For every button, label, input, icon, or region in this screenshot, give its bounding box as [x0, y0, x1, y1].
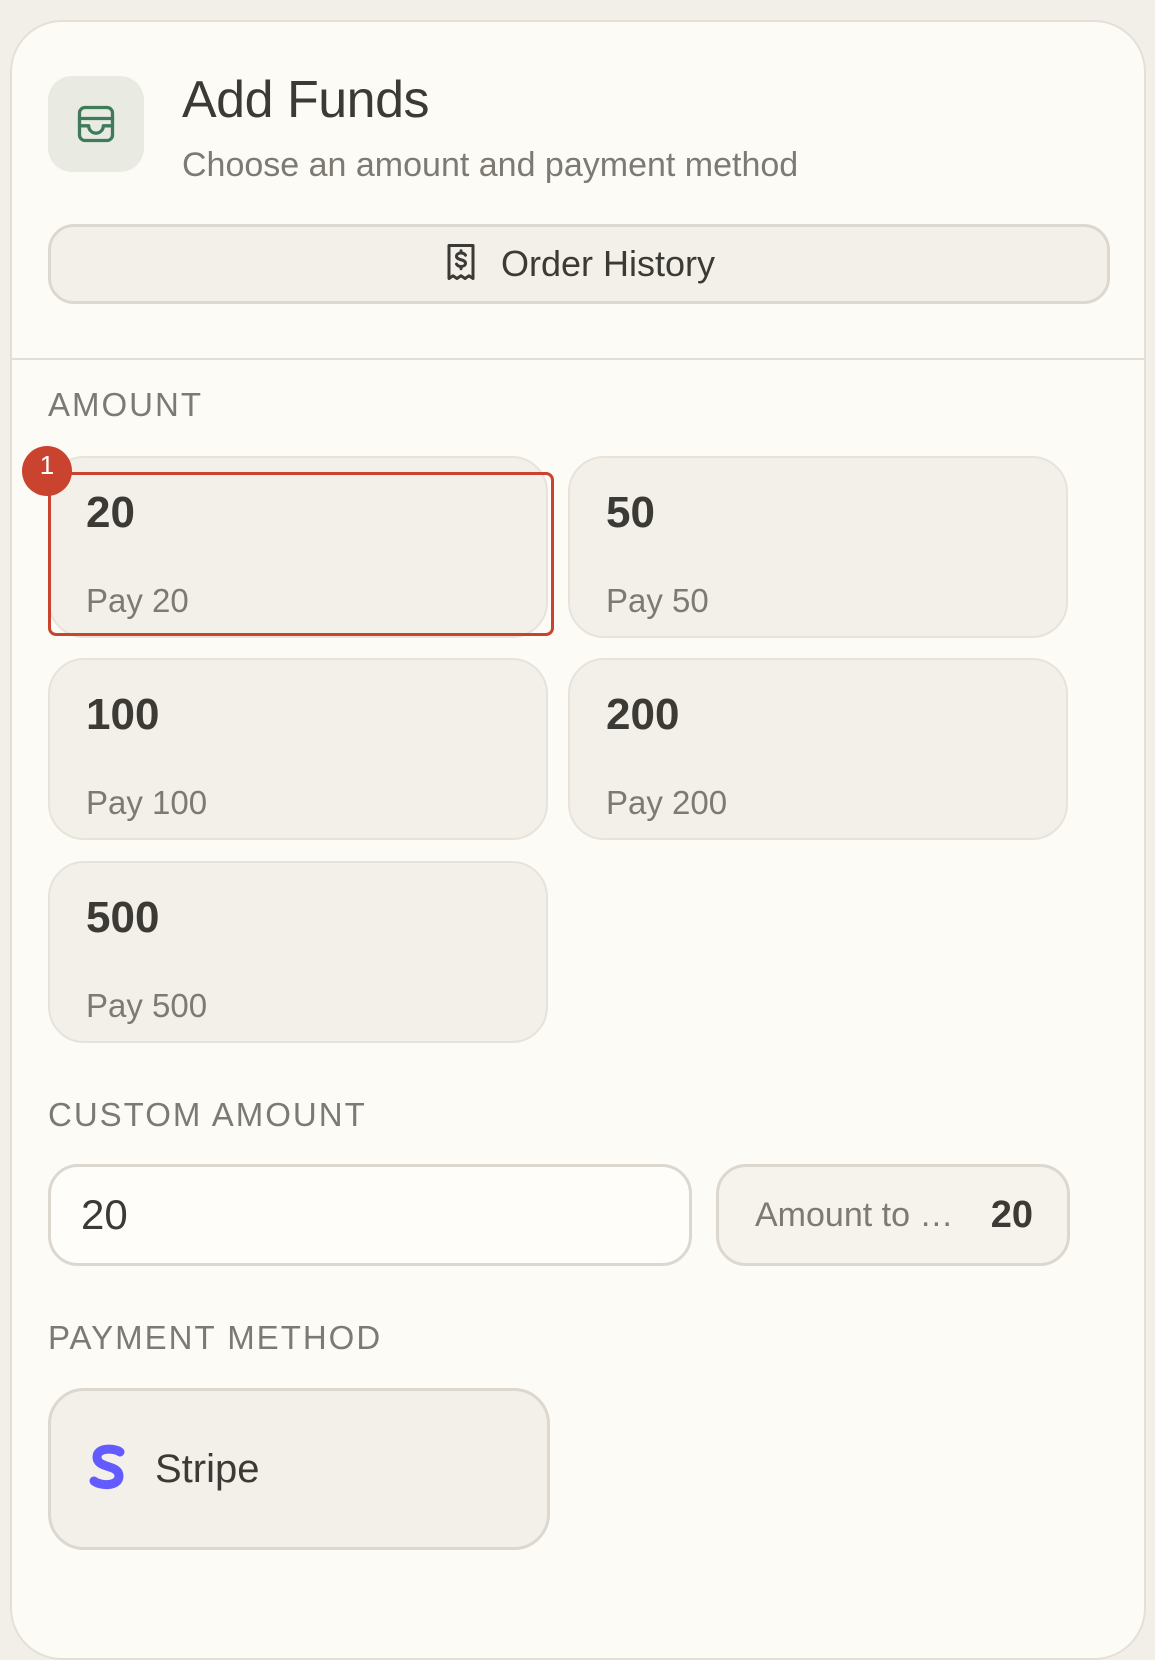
amount-option-100[interactable]: 100 Pay 100: [48, 658, 548, 840]
amount-value: 100: [86, 690, 160, 739]
amount-pay-label: Pay 50: [606, 582, 709, 619]
add-funds-panel: Add Funds Choose an amount and payment m…: [10, 20, 1146, 1660]
amount-section-label: AMOUNT: [48, 386, 203, 423]
amount-pay-label: Pay 100: [86, 784, 208, 821]
amount-pay-label: Pay 20: [86, 582, 189, 619]
amount-option-200[interactable]: 200 Pay 200: [568, 658, 1068, 840]
amount-pay-label: Pay 500: [86, 987, 208, 1024]
amount-value: 500: [86, 893, 160, 942]
amount-pay-label: Pay 200: [606, 784, 728, 821]
receipt-dollar-icon: [443, 242, 479, 287]
amount-value: 20: [86, 488, 135, 537]
amount-to-display: Amount to … 20: [716, 1164, 1070, 1266]
custom-amount-input[interactable]: [48, 1164, 692, 1266]
page-subtitle: Choose an amount and payment method: [182, 146, 799, 184]
amount-to-value: 20: [990, 1193, 1033, 1236]
page-title: Add Funds: [182, 71, 430, 129]
payment-method-name: Stripe: [155, 1446, 260, 1491]
annotation-badge: 1: [22, 446, 72, 496]
amount-option-500[interactable]: 500 Pay 500: [48, 861, 548, 1043]
header-divider: [12, 358, 1144, 360]
amount-option-20[interactable]: 20 Pay 20: [48, 456, 548, 638]
order-history-button[interactable]: Order History: [48, 224, 1110, 304]
custom-amount-section-label: CUSTOM AMOUNT: [48, 1096, 367, 1133]
order-history-label: Order History: [500, 243, 716, 284]
amount-option-50[interactable]: 50 Pay 50: [568, 456, 1068, 638]
stripe-icon: [89, 1442, 127, 1497]
wallet-icon: [48, 76, 144, 172]
amount-value: 200: [606, 690, 680, 739]
payment-method-section-label: PAYMENT METHOD: [48, 1319, 383, 1356]
payment-method-stripe[interactable]: Stripe: [48, 1388, 550, 1550]
amount-value: 50: [606, 488, 655, 537]
amount-to-label: Amount to …: [755, 1195, 954, 1234]
